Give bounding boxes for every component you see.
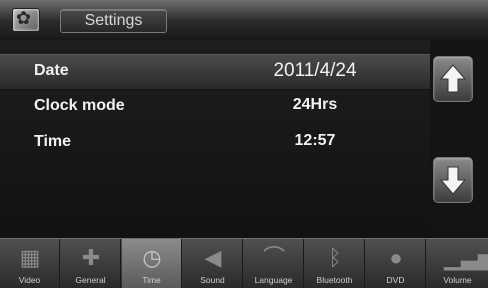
settings-screen: Settings Date 2011/4/24 Clock mode 24Hrs… <box>0 0 488 288</box>
time-value[interactable]: 12:57 <box>255 132 375 150</box>
tab-label: Language <box>254 275 293 285</box>
date-label: Date <box>34 62 69 79</box>
bottom-tab-bar: ▦ Video ✚ General ◷ Time ◀ Sound ⌒ Langu… <box>0 238 488 288</box>
tab-sound[interactable]: ◀ Sound <box>183 239 243 288</box>
time-label: Time <box>34 133 72 150</box>
settings-app-icon[interactable] <box>12 8 40 32</box>
language-icon: ⌒ <box>262 245 285 270</box>
clock-mode-row[interactable]: Clock mode 24Hrs <box>0 90 430 124</box>
settings-list: Date 2011/4/24 Clock mode 24Hrs Time 12:… <box>0 40 430 238</box>
bluetooth-icon: ᛒ <box>328 245 342 270</box>
scroll-down-button[interactable] <box>433 157 473 203</box>
tab-volume[interactable]: ▁▃▅ Volume <box>427 239 488 288</box>
tab-time[interactable]: ◷ Time <box>122 239 182 288</box>
page-title: Settings <box>84 12 143 29</box>
time-row[interactable]: Time 12:57 <box>0 126 430 160</box>
tab-general[interactable]: ✚ General <box>61 239 121 288</box>
speaker-icon: ◀ <box>204 245 222 270</box>
page-title-box: Settings <box>60 9 167 33</box>
volume-icon: ▁▃▅ <box>444 245 488 270</box>
tab-label: DVD <box>386 275 405 285</box>
tab-bluetooth[interactable]: ᛒ Bluetooth <box>305 239 365 288</box>
general-icon: ✚ <box>81 245 101 270</box>
clock-icon: ◷ <box>142 245 162 270</box>
tab-label: Sound <box>200 275 225 285</box>
clock-mode-value[interactable]: 24Hrs <box>255 96 375 114</box>
tab-label: Bluetooth <box>316 275 353 285</box>
tab-dvd[interactable]: ● DVD <box>366 239 426 288</box>
date-value[interactable]: 2011/4/24 <box>255 60 375 82</box>
arrow-down-icon <box>440 166 466 195</box>
arrow-up-icon <box>440 64 466 93</box>
tab-label: Time <box>142 275 161 285</box>
tab-language[interactable]: ⌒ Language <box>244 239 304 288</box>
clock-mode-label: Clock mode <box>34 97 125 114</box>
date-row[interactable]: Date 2011/4/24 <box>0 54 430 90</box>
tab-video[interactable]: ▦ Video <box>0 239 60 288</box>
tab-label: Video <box>18 275 41 285</box>
top-bar: Settings <box>0 0 488 38</box>
video-icon: ▦ <box>19 245 41 270</box>
scroll-up-button[interactable] <box>433 56 473 102</box>
tab-label: General <box>75 275 106 285</box>
tab-label: Volume <box>443 275 472 285</box>
disc-icon: ● <box>389 245 403 270</box>
